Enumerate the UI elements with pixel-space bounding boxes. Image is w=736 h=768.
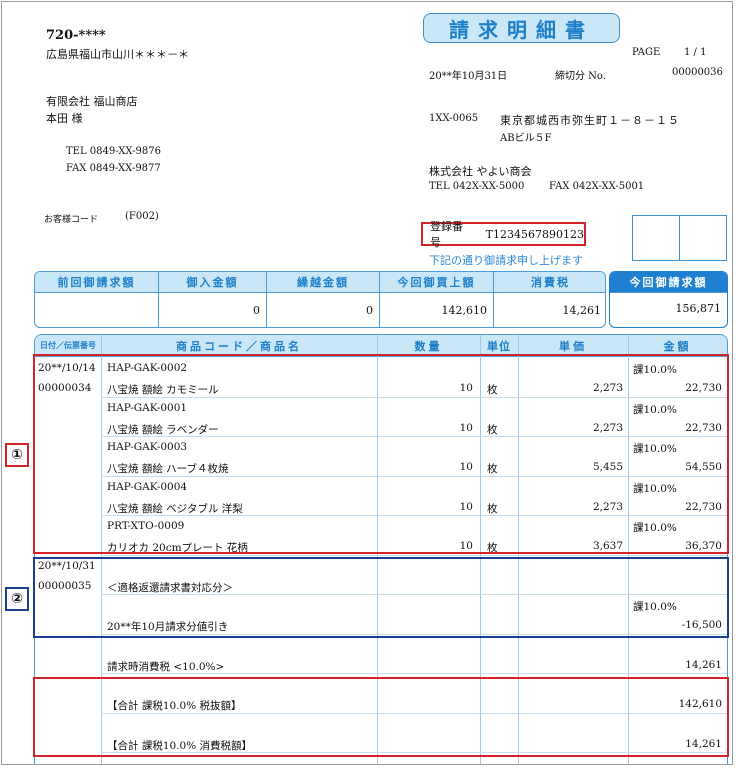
issuer-company: 株式会社 やよい商会 bbox=[429, 165, 532, 178]
summary-value-payment: 0 bbox=[253, 304, 260, 317]
marker-2: ② bbox=[5, 587, 29, 611]
summary-table: 前回御請求額 御入金額 0 繰越金額 0 今回御買上額 142,610 消費税 14,2… bbox=[34, 271, 728, 328]
page-number: 1 / 1 bbox=[684, 47, 707, 58]
customer-postal: 720-**** bbox=[46, 28, 106, 43]
summary-header-previous: 前回御請求額 bbox=[35, 272, 158, 293]
summary-box-total: 今回御請求額 156,871 bbox=[609, 271, 728, 328]
summary-value-total: 156,871 bbox=[675, 302, 722, 315]
header-quantity: 数量 bbox=[414, 339, 443, 353]
header-amount: 金額 bbox=[663, 339, 692, 353]
cell-name: 請求時消費税 <10.0%> bbox=[107, 660, 225, 673]
header-product: 商品コード／商品名 bbox=[176, 339, 302, 353]
summary-value-carryover: 0 bbox=[366, 304, 373, 317]
registration-number-box: 登録番号 T1234567890123 bbox=[421, 220, 586, 249]
customer-address: 広島県福山市山川＊＊＊－＊ bbox=[46, 48, 189, 61]
registration-label: 登録番号 bbox=[430, 220, 463, 249]
issue-date: 20**年10月31日 bbox=[429, 71, 508, 82]
registration-number: T1234567890123 bbox=[485, 227, 584, 241]
summary-value-purchases: 142,610 bbox=[441, 304, 488, 317]
summary-header-carryover: 繰越金額 bbox=[267, 272, 379, 293]
summary-header-total: 今回御請求額 bbox=[610, 272, 727, 293]
issuer-tel: TEL 042X-XX-5000 bbox=[429, 181, 525, 192]
cell-amount: 14,261 bbox=[685, 658, 722, 671]
stamp-box-left bbox=[632, 215, 680, 261]
customer-company: 有限会社 福山商店 bbox=[46, 95, 138, 108]
summary-value-tax: 14,261 bbox=[562, 304, 602, 317]
highlight-section-2 bbox=[33, 557, 729, 638]
summary-header-purchases: 今回御買上額 bbox=[380, 272, 493, 293]
document-number: 00000036 bbox=[672, 67, 723, 78]
highlight-totals bbox=[33, 677, 729, 757]
summary-box: 前回御請求額 御入金額 0 繰越金額 0 今回御買上額 142,610 消費税 14,2… bbox=[34, 271, 606, 328]
issuer-postal: 1XX-0065 bbox=[429, 113, 479, 124]
issuer-address1: 東京都城西市弥生町１－８－１５ bbox=[500, 114, 680, 127]
header-unit: 単位 bbox=[487, 339, 511, 353]
marker-1: ① bbox=[5, 443, 29, 467]
header-price: 単価 bbox=[559, 339, 587, 353]
summary-header-payment: 御入金額 bbox=[159, 272, 266, 293]
customer-fax: FAX 0849-XX-9877 bbox=[66, 163, 161, 174]
customer-contact: 本田 様 bbox=[46, 112, 83, 125]
customer-code-label: お客様コード bbox=[44, 215, 99, 225]
header-date-slip: 日付／伝票番号 bbox=[40, 341, 96, 350]
customer-tel: TEL 0849-XX-9876 bbox=[66, 146, 161, 157]
issuer-address2: ABビル５F bbox=[500, 133, 552, 144]
billing-note: 下記の通り御請求申し上げます bbox=[429, 254, 583, 267]
highlight-section-1 bbox=[33, 354, 729, 554]
document-title: 請求明細書 bbox=[423, 13, 620, 43]
closing-label: 締切分 No. bbox=[555, 71, 606, 82]
issuer-fax: FAX 042X-XX-5001 bbox=[549, 181, 645, 192]
page-label: PAGE bbox=[632, 47, 661, 58]
customer-code: (F002) bbox=[125, 211, 159, 222]
stamp-box-right bbox=[679, 215, 727, 261]
summary-header-tax: 消費税 bbox=[494, 272, 605, 293]
